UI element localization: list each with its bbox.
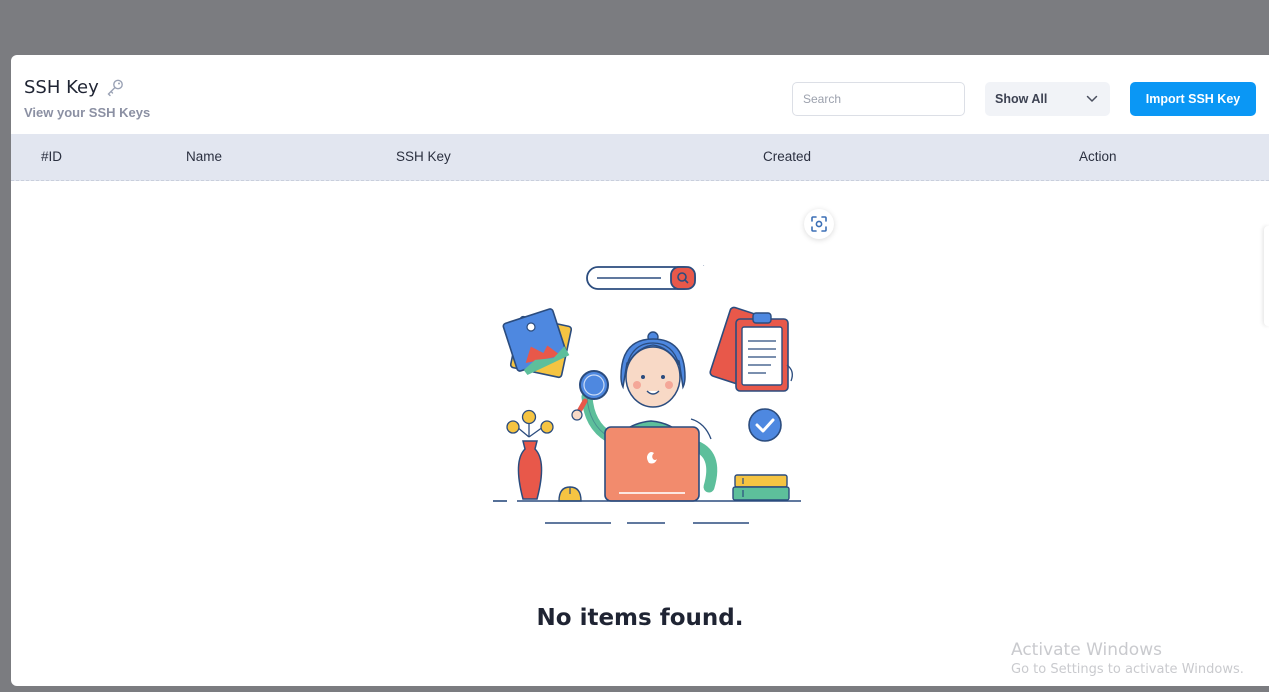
column-header-ssh-key[interactable]: SSH Key [396,149,451,164]
empty-state-message: No items found. [536,605,744,631]
page-subtitle: View your SSH Keys [24,105,151,120]
filter-select[interactable]: Show All [985,82,1110,116]
column-header-id[interactable]: #ID [41,149,62,164]
watermark-subtitle: Go to Settings to activate Windows. [1011,662,1244,677]
screenshot-capture-button[interactable] [804,209,834,239]
key-icon [107,79,123,96]
column-header-created[interactable]: Created [763,149,811,164]
vase-illustration [506,409,554,500]
table-header: #ID Name SSH Key Created Action [11,134,1269,181]
books-illustration [732,474,790,501]
windows-activation-watermark: Activate Windows Go to Settings to activ… [1011,640,1244,677]
column-header-action[interactable]: Action [1079,149,1117,164]
ssh-key-panel: SSH Key View your SSH Keys Show All Impo… [11,55,1269,686]
filter-select-value: Show All [995,92,1048,106]
empty-state-illustration [493,265,801,524]
side-drawer-handle[interactable] [1264,226,1269,326]
mouse-illustration [558,486,582,502]
watermark-title: Activate Windows [1011,640,1162,660]
column-header-name[interactable]: Name [186,149,222,164]
check-badge-illustration [748,408,782,442]
title-row: SSH Key [24,77,125,98]
import-ssh-key-button[interactable]: Import SSH Key [1130,82,1256,116]
page-title: SSH Key [24,77,99,98]
laptop-illustration [604,418,712,502]
search-bar-illustration [586,265,705,290]
chevron-down-icon [1086,95,1098,102]
desk-illustration [493,500,801,524]
search-input[interactable] [792,82,965,116]
photo-cards-illustration [502,308,573,379]
focus-scan-icon [811,216,827,232]
clipboard-illustration [709,306,793,392]
